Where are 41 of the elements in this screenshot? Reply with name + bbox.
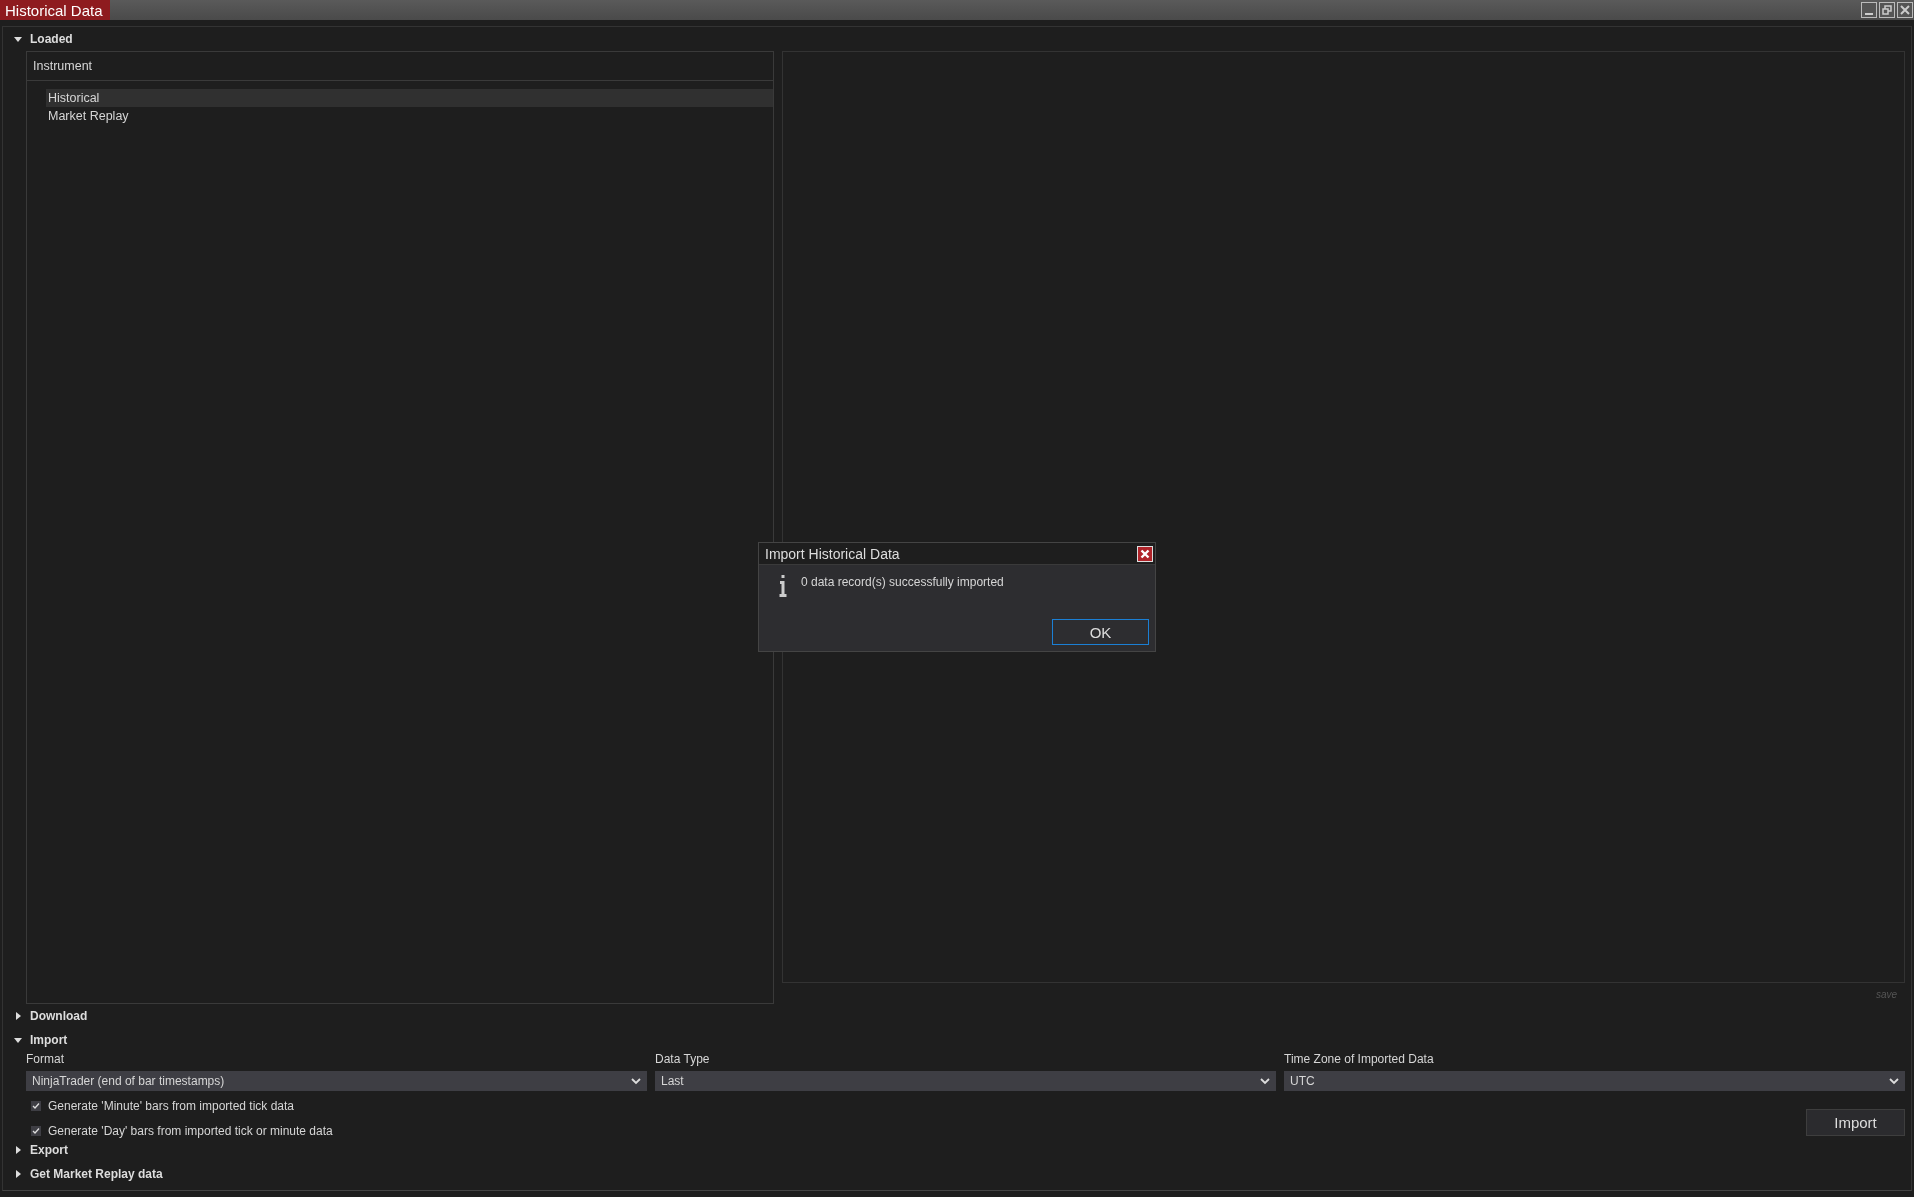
restore-icon: [1882, 5, 1892, 15]
column-header: Instrument: [27, 52, 773, 81]
restore-button[interactable]: [1879, 2, 1895, 18]
triangle-icon: [14, 1170, 22, 1178]
close-icon: [1900, 5, 1910, 15]
dropdown[interactable]: NinjaTrader (end of bar timestamps): [26, 1071, 647, 1091]
close-icon: [1140, 548, 1150, 559]
checkmark-icon: [32, 1102, 40, 1110]
info-icon: [779, 575, 787, 597]
dialog-title: Import Historical Data: [765, 545, 900, 562]
section-header[interactable]: Get Market Replay data: [11, 1162, 163, 1186]
window-title: Historical Data: [0, 0, 110, 20]
dialog-message: 0 data record(s) successfully imported: [801, 575, 1004, 589]
triangle-icon: [14, 1146, 22, 1154]
section-header[interactable]: Loaded: [11, 27, 73, 51]
checkbox-label: Generate 'Day' bars from imported tick or minute data: [48, 1124, 333, 1138]
list-item[interactable]: Market Replay: [46, 107, 773, 125]
minimize-icon: [1865, 12, 1873, 15]
chevron-down-icon: [631, 1077, 641, 1085]
field-label: Time Zone of Imported Data: [1284, 1052, 1435, 1066]
ok-button[interactable]: OK: [1052, 619, 1149, 645]
triangle-icon: [14, 1036, 22, 1044]
close-button[interactable]: [1137, 545, 1153, 562]
dropdown[interactable]: Last: [655, 1071, 1276, 1091]
checkbox-label: Generate 'Minute' bars from imported tick data: [48, 1099, 295, 1113]
triangle-icon: [14, 35, 22, 43]
dropdown[interactable]: UTC: [1284, 1071, 1905, 1091]
triangle-icon: [14, 1012, 22, 1020]
section-header[interactable]: Download: [11, 1004, 88, 1028]
section-header[interactable]: Import: [11, 1028, 68, 1052]
field-label: Data Type: [655, 1052, 711, 1066]
list-item[interactable]: Historical: [46, 89, 773, 107]
checkbox[interactable]: [31, 1101, 41, 1111]
checkbox[interactable]: [31, 1126, 41, 1136]
import-button[interactable]: Import: [1806, 1109, 1905, 1136]
section-header[interactable]: Export: [11, 1138, 68, 1162]
field-label: Format: [26, 1052, 65, 1066]
checkmark-icon: [32, 1127, 40, 1135]
minimize-button[interactable]: [1861, 2, 1877, 18]
chevron-down-icon: [1889, 1077, 1899, 1085]
chevron-down-icon: [1260, 1077, 1270, 1085]
